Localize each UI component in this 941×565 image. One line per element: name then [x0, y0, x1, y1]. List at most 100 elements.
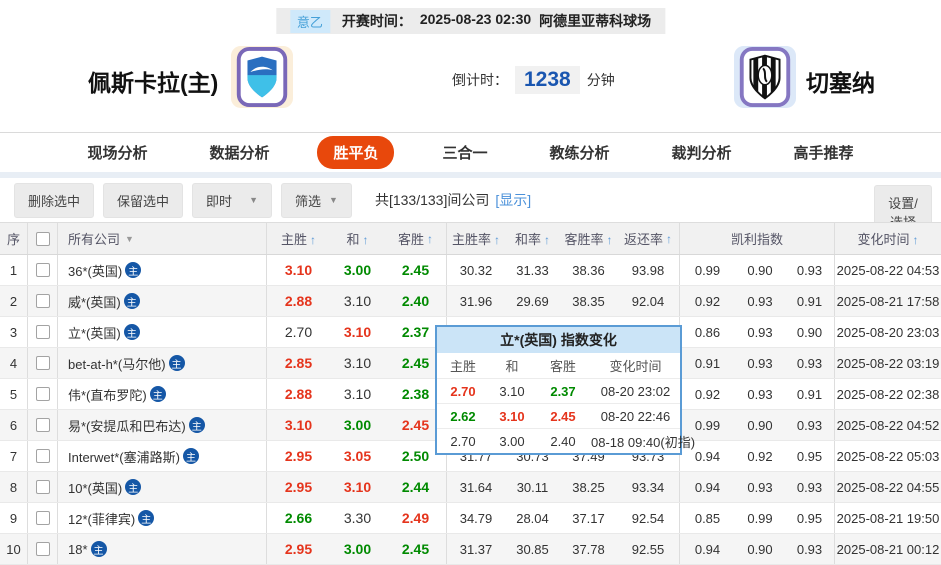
change-time: 2025-08-21 17:58: [835, 294, 941, 309]
home-odds-icon: 主: [138, 510, 154, 526]
header-draw-rate[interactable]: 和率↑: [505, 229, 560, 248]
home-win-rate: 30.32: [447, 263, 505, 278]
nav-tab[interactable]: 裁判分析: [658, 136, 746, 169]
odds-away-win: 2.44: [385, 472, 447, 502]
select-all-checkbox[interactable]: [36, 232, 50, 246]
kelly-home: 0.86: [680, 325, 735, 340]
home-team-logo-icon: [231, 46, 293, 108]
match-info-bar: 意乙 开赛时间： 2025-08-23 02:30 阿德里亚蒂科球场: [276, 8, 665, 34]
home-win-rate: 34.79: [447, 511, 505, 526]
filter-label: 筛选: [295, 191, 321, 210]
row-checkbox-cell: [28, 348, 58, 378]
kickoff-info: 开赛时间： 2025-08-23 02:30 阿德里亚蒂科球场: [342, 11, 651, 31]
home-odds-icon: 主: [91, 541, 107, 557]
row-number: 8: [0, 472, 28, 502]
row-checkbox-cell: [28, 534, 58, 564]
company-name[interactable]: 36*(英国): [68, 261, 122, 280]
nav-tab[interactable]: 三合一: [428, 136, 501, 169]
popup-odds-home: 2.62: [437, 409, 489, 424]
header-change-time[interactable]: 变化时间↑: [835, 229, 941, 248]
home-odds-icon: 主: [183, 448, 199, 464]
row-checkbox[interactable]: [36, 263, 50, 277]
home-win-rate: 31.64: [447, 480, 505, 495]
nav-tab[interactable]: 胜平负: [317, 136, 394, 169]
kelly-home: 0.85: [680, 511, 735, 526]
home-odds-icon: 主: [169, 355, 185, 371]
countdown-label: 倒计时：: [452, 70, 508, 90]
kelly-away: 0.93: [785, 410, 835, 440]
kelly-draw: 0.90: [735, 418, 785, 433]
nav-tab[interactable]: 教练分析: [536, 136, 624, 169]
countdown: 倒计时： 1238 分钟: [452, 66, 615, 94]
odds-home-win: 3.10: [267, 262, 330, 278]
row-number: 6: [0, 410, 28, 440]
odds-away-win: 2.40: [385, 286, 447, 316]
delete-selected-button[interactable]: 删除选中: [14, 183, 94, 218]
header-away-rate[interactable]: 客胜率↑: [560, 229, 617, 248]
row-checkbox[interactable]: [36, 511, 50, 525]
header-home-win[interactable]: 主胜↑: [267, 229, 330, 248]
company-name[interactable]: Interwet*(塞浦路斯): [68, 447, 180, 466]
company-name[interactable]: bet-at-h*(马尔他): [68, 354, 166, 373]
company-name[interactable]: 立*(英国): [68, 323, 121, 342]
odds-home-win: 2.70: [267, 324, 330, 340]
kelly-home: 0.92: [680, 387, 735, 402]
row-checkbox-cell: [28, 255, 58, 285]
odds-away-win: 2.45: [385, 534, 447, 564]
row-checkbox[interactable]: [36, 325, 50, 339]
toolbar: 删除选中 保留选中 即时 ▼ 筛选 ▼ 共[133/133]间公司 [显示] 设…: [0, 178, 941, 222]
odds-draw: 3.10: [330, 479, 385, 495]
company-name[interactable]: 威*(英国): [68, 292, 121, 311]
change-time: 2025-08-22 04:55: [835, 480, 941, 495]
odds-draw: 3.30: [330, 510, 385, 526]
company-name[interactable]: 12*(菲律宾): [68, 509, 135, 528]
popup-change-time: 08-18 09:40(初指): [591, 432, 695, 451]
kelly-home: 0.99: [680, 263, 735, 278]
row-checkbox[interactable]: [36, 418, 50, 432]
nav-tab[interactable]: 数据分析: [195, 136, 283, 169]
filter-dropdown[interactable]: 筛选 ▼: [281, 183, 352, 218]
header-select-all[interactable]: [28, 223, 58, 254]
venue: 阿德里亚蒂科球场: [539, 11, 651, 31]
draw-rate: 30.85: [505, 542, 560, 557]
company-name[interactable]: 伟*(直布罗陀): [68, 385, 147, 404]
company-name[interactable]: 易*(安提瓜和巴布达): [68, 416, 186, 435]
row-checkbox[interactable]: [36, 480, 50, 494]
away-win-rate: 38.35: [560, 294, 617, 309]
odds-draw: 3.10: [330, 386, 385, 402]
home-odds-icon: 主: [125, 479, 141, 495]
header-away-win[interactable]: 客胜↑: [385, 223, 447, 254]
away-team-name: 切塞纳: [806, 64, 875, 98]
kelly-home: 0.91: [680, 356, 735, 371]
company-name[interactable]: 18*: [68, 542, 88, 557]
row-checkbox[interactable]: [36, 449, 50, 463]
company-name[interactable]: 10*(英国): [68, 478, 122, 497]
odds-draw: 3.10: [330, 293, 385, 309]
chevron-down-icon: ▼: [249, 195, 258, 205]
time-filter-value: 即时: [206, 191, 232, 210]
keep-selected-button[interactable]: 保留选中: [103, 183, 183, 218]
popup-row: 2.70 3.00 2.40 08-18 09:40(初指): [437, 428, 680, 453]
show-link[interactable]: [显示]: [495, 190, 531, 210]
popup-odds-away: 2.40: [535, 434, 591, 449]
kelly-away: 0.93: [785, 255, 835, 285]
home-odds-icon: 主: [124, 324, 140, 340]
home-odds-icon: 主: [124, 293, 140, 309]
header-return-rate[interactable]: 返还率↑: [617, 223, 680, 254]
row-checkbox[interactable]: [36, 542, 50, 556]
change-time: 2025-08-22 02:38: [835, 387, 941, 402]
time-filter-dropdown[interactable]: 即时 ▼: [192, 183, 272, 218]
row-checkbox[interactable]: [36, 356, 50, 370]
row-checkbox[interactable]: [36, 387, 50, 401]
nav-tab[interactable]: 现场分析: [73, 136, 161, 169]
odds-away-win: 2.45: [385, 255, 447, 285]
header-draw[interactable]: 和↑: [330, 229, 385, 248]
odds-home-win: 2.95: [267, 479, 330, 495]
table-row: 1 36*(英国) 主 3.10 3.00 2.45 30.32 31.33 3…: [0, 255, 941, 286]
sort-asc-icon: ↑: [427, 232, 433, 246]
row-checkbox[interactable]: [36, 294, 50, 308]
header-home-rate[interactable]: 主胜率↑: [447, 229, 505, 248]
row-number: 3: [0, 317, 28, 347]
header-company[interactable]: 所有公司 ▼: [58, 223, 267, 254]
nav-tab[interactable]: 高手推荐: [780, 136, 868, 169]
